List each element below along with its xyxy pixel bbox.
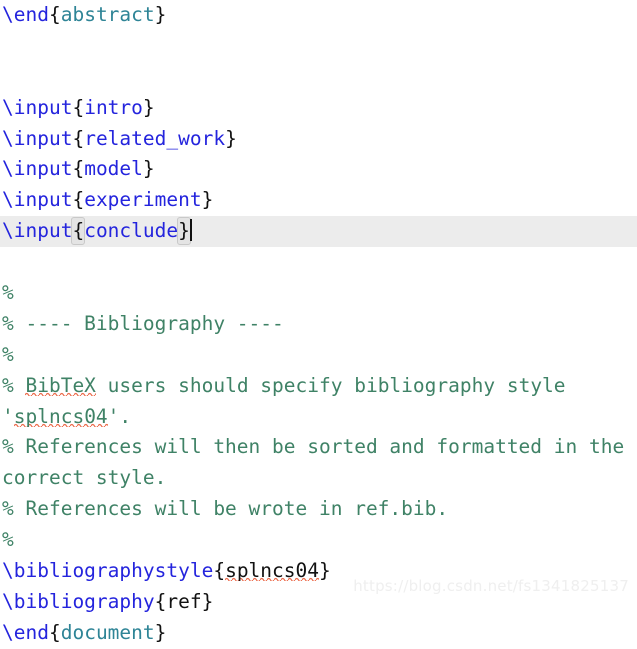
code-line[interactable]: [0, 62, 637, 93]
code-token-brace: }: [201, 188, 214, 212]
code-line[interactable]: \input{model}: [0, 154, 637, 185]
code-token-env: abstract: [60, 3, 155, 26]
code-line[interactable]: \end{document}: [0, 618, 637, 649]
code-token-brace: }: [225, 126, 237, 150]
code-line[interactable]: [0, 247, 637, 278]
code-token-brace-match: }: [177, 217, 191, 246]
code-token-cmd: \bibliography: [2, 589, 155, 613]
code-line[interactable]: %: [0, 340, 637, 371]
code-token-plain: ref: [166, 589, 202, 613]
code-token-brace: {: [154, 589, 167, 613]
code-token-comment: users should specify bibliography style: [95, 373, 566, 397]
code-line[interactable]: correct style.: [0, 463, 637, 494]
code-line[interactable]: %: [0, 525, 637, 556]
code-token-cmd: \input: [2, 126, 73, 150]
code-token-brace: {: [72, 188, 85, 212]
code-line[interactable]: 'splncs04'.: [0, 402, 637, 433]
code-line[interactable]: \input{intro}: [0, 93, 637, 124]
code-line-current[interactable]: \input{conclude}: [0, 216, 637, 248]
code-token-cmd: experiment: [84, 188, 202, 212]
code-token-cmd: intro: [84, 95, 143, 119]
code-line[interactable]: \input{related_work}: [0, 124, 637, 155]
code-token-env: document: [60, 620, 155, 644]
code-token-brace: {: [213, 559, 226, 583]
code-editor-viewport[interactable]: \end{abstract} \input{intro} \input{relat…: [0, 0, 637, 644]
code-token-comment: '.: [107, 404, 132, 428]
code-token-comment: ': [2, 404, 14, 428]
code-token-cmd: \input: [2, 95, 73, 119]
code-line[interactable]: % BibTeX users should specify bibliograp…: [0, 371, 637, 402]
code-token-comment: % References will be wrote in ref.bib.: [2, 497, 449, 521]
code-token-brace: }: [142, 157, 155, 181]
code-token-brace: {: [72, 95, 85, 119]
code-token-brace: }: [142, 95, 155, 119]
code-token-brace: {: [72, 126, 85, 150]
code-token-comment: %: [2, 528, 14, 552]
code-token-cmd: \input: [2, 157, 73, 181]
code-token-brace: }: [319, 559, 331, 583]
code-line[interactable]: \input{experiment}: [0, 185, 637, 216]
code-token-cmd: related_work: [84, 126, 226, 150]
code-token-brace: }: [154, 620, 167, 644]
code-token-cmd: \input: [2, 188, 73, 212]
code-token-brace: {: [48, 3, 61, 26]
code-token-comment: %: [2, 342, 14, 366]
code-token-cmd: conclude: [84, 219, 179, 243]
code-token-brace: {: [72, 157, 85, 181]
code-token-comment: %: [2, 373, 26, 397]
code-token-brace: }: [154, 3, 167, 26]
code-token-brace: {: [48, 620, 61, 644]
code-line[interactable]: % References will then be sorted and for…: [0, 432, 637, 463]
code-line[interactable]: [0, 31, 637, 62]
code-line[interactable]: \bibliographystyle{splncs04}: [0, 556, 637, 587]
code-token-cmd: \end: [2, 3, 49, 26]
code-token-cmd: \end: [2, 620, 49, 644]
code-token-comment-misspell: BibTeX: [25, 373, 96, 397]
code-line[interactable]: % ---- Bibliography ----: [0, 309, 637, 340]
code-line[interactable]: \bibliography{ref}: [0, 587, 637, 618]
text-caret: [189, 219, 192, 242]
code-token-brace: }: [201, 589, 214, 613]
code-token-cmd: model: [84, 157, 143, 181]
code-line[interactable]: %: [0, 278, 637, 309]
code-token-comment: correct style.: [2, 466, 167, 490]
code-line[interactable]: % References will be wrote in ref.bib.: [0, 494, 637, 525]
code-token-comment: %: [2, 281, 14, 305]
code-token-cmd: \bibliographystyle: [2, 559, 214, 583]
code-token-cmd: \input: [2, 219, 73, 243]
code-lines-container[interactable]: \end{abstract} \input{intro} \input{relat…: [0, 0, 637, 649]
code-token-comment: % ---- Bibliography ----: [2, 311, 284, 335]
code-token-comment-misspell: splncs04: [13, 404, 108, 428]
code-line[interactable]: \end{abstract}: [0, 0, 637, 31]
code-token-plain-misspell: splncs04: [225, 559, 319, 583]
code-token-comment: % References will then be sorted and for…: [2, 435, 625, 459]
